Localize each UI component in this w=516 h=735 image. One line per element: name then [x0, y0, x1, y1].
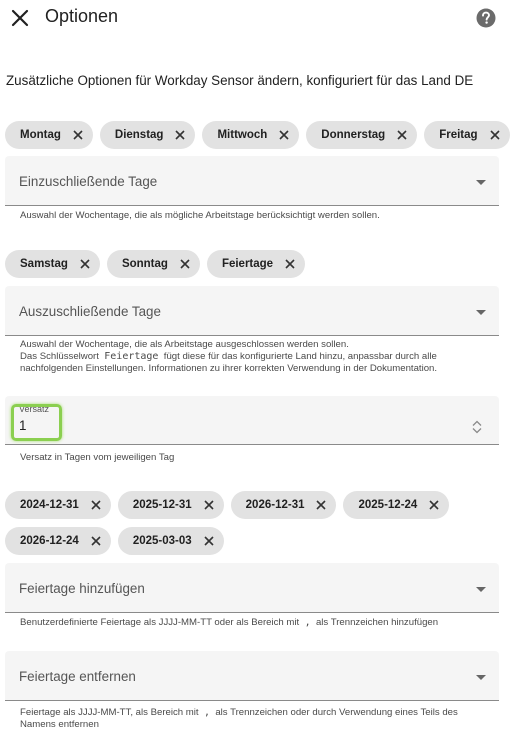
dialog-header: Optionen — [0, 0, 516, 36]
workday-chip[interactable]: Donnerstag — [306, 121, 418, 149]
exclude-chip[interactable]: Sonntag — [106, 250, 200, 278]
remove-chip-icon[interactable] — [178, 257, 192, 271]
workdays-helper: Auswahl der Wochentage, die als mögliche… — [20, 210, 380, 221]
remove-chip-icon[interactable] — [488, 128, 502, 142]
remove-chip-icon[interactable] — [314, 498, 328, 512]
holiday-chip[interactable]: 2025-12-24 — [343, 491, 450, 519]
remove-chip-icon[interactable] — [427, 498, 441, 512]
dialog-description: Zusätzliche Optionen für Workday Sensor … — [6, 73, 474, 88]
dropdown-arrow-icon — [476, 675, 486, 680]
remove-holidays-select[interactable]: Feiertage entfernen — [5, 651, 499, 701]
workday-chip[interactable]: Montag — [5, 121, 93, 149]
add-holidays-select-label: Feiertage hinzufügen — [19, 581, 145, 596]
excludes-helper: Auswahl der Wochentage, die als Arbeitst… — [20, 339, 438, 374]
number-spinner-icon[interactable] — [470, 419, 484, 435]
workdays-select[interactable]: Einzuschließende Tage — [5, 156, 499, 206]
holiday-chip[interactable]: 2025-12-31 — [117, 491, 224, 519]
remove-holidays-helper: Feiertage als JJJJ-MM-TT, als Bereich mi… — [20, 707, 458, 730]
excludes-select[interactable]: Auszuschließende Tage — [5, 286, 499, 336]
workday-chip[interactable]: Dienstag — [99, 121, 196, 149]
add-holidays-chip-list-row2: 2026-12-24 2025-03-03 — [5, 527, 224, 555]
remove-chip-icon[interactable] — [277, 128, 291, 142]
remove-chip-icon[interactable] — [202, 534, 216, 548]
add-holidays-select[interactable]: Feiertage hinzufügen — [5, 563, 499, 613]
workday-chip[interactable]: Mittwoch — [202, 121, 300, 149]
dropdown-arrow-icon — [476, 310, 486, 315]
workday-chip[interactable]: Freitag — [424, 121, 510, 149]
remove-chip-icon[interactable] — [173, 128, 187, 142]
help-circle-icon[interactable] — [476, 8, 496, 28]
exclude-chip[interactable]: Feiertage — [206, 250, 306, 278]
remove-chip-icon[interactable] — [283, 257, 297, 271]
exclude-chip[interactable]: Samstag — [5, 250, 100, 278]
remove-chip-icon[interactable] — [89, 498, 103, 512]
offset-field: Versatz — [5, 396, 499, 445]
remove-chip-icon[interactable] — [89, 534, 103, 548]
remove-chip-icon[interactable] — [202, 498, 216, 512]
close-icon[interactable] — [8, 6, 32, 30]
holiday-chip[interactable]: 2025-03-03 — [117, 527, 224, 555]
excludes-chip-list: Samstag Sonntag Feiertage — [5, 250, 306, 278]
dropdown-arrow-icon — [476, 180, 486, 185]
offset-input[interactable] — [19, 418, 59, 433]
remove-chip-icon[interactable] — [78, 257, 92, 271]
offset-field-label: Versatz — [19, 404, 50, 414]
remove-chip-icon[interactable] — [395, 128, 409, 142]
add-holidays-helper: Benutzerdefinierte Feiertage als JJJJ-MM… — [20, 617, 439, 628]
holiday-chip[interactable]: 2024-12-31 — [5, 491, 111, 519]
holiday-chip[interactable]: 2026-12-31 — [230, 491, 337, 519]
remove-chip-icon[interactable] — [71, 128, 85, 142]
offset-helper: Versatz in Tagen vom jeweiligen Tag — [20, 452, 175, 463]
add-holidays-chip-list-row1: 2024-12-31 2025-12-31 2026-12-31 2025-12… — [5, 491, 450, 519]
dropdown-arrow-icon — [476, 587, 486, 592]
workdays-select-label: Einzuschließende Tage — [19, 174, 158, 189]
remove-holidays-select-label: Feiertage entfernen — [19, 669, 136, 684]
holiday-chip[interactable]: 2026-12-24 — [5, 527, 111, 555]
excludes-select-label: Auszuschließende Tage — [19, 304, 161, 319]
workdays-chip-list: Montag Dienstag Mittwoch Donnerstag Frei… — [5, 121, 510, 149]
dialog-title: Optionen — [45, 6, 119, 26]
keyword-code: Feiertage — [104, 351, 159, 362]
